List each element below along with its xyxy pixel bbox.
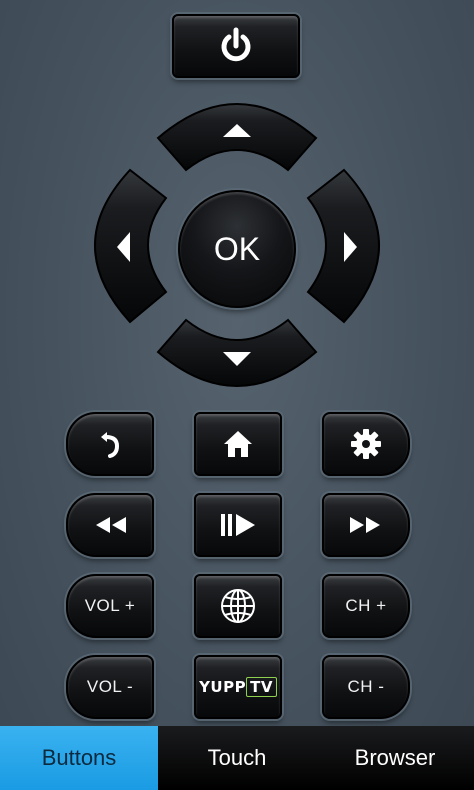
yupptv-logo: YUPP TV bbox=[199, 677, 277, 697]
yupptv-button[interactable]: YUPP TV bbox=[194, 655, 282, 719]
play-pause-button[interactable] bbox=[194, 493, 282, 557]
vol-up-label: VOL + bbox=[84, 596, 136, 615]
tab-buttons[interactable]: Buttons bbox=[0, 726, 158, 790]
tab-bar: Buttons Touch Browser bbox=[0, 726, 474, 790]
back-button[interactable] bbox=[66, 412, 154, 476]
home-icon bbox=[224, 431, 252, 457]
right-button[interactable] bbox=[306, 168, 380, 324]
vol-down-button[interactable]: VOL - bbox=[66, 655, 154, 719]
web-button[interactable] bbox=[194, 574, 282, 638]
ch-down-label: CH - bbox=[347, 677, 385, 696]
play-pause-icon bbox=[221, 514, 255, 536]
settings-button[interactable] bbox=[322, 412, 410, 476]
rewind-icon bbox=[96, 517, 126, 533]
ch-up-label: CH + bbox=[345, 596, 387, 615]
home-button[interactable] bbox=[194, 412, 282, 476]
rewind-button[interactable] bbox=[66, 493, 154, 557]
fast-forward-button[interactable] bbox=[322, 493, 410, 557]
globe-icon bbox=[221, 589, 255, 623]
yupp-text: YUPP bbox=[199, 678, 247, 696]
vol-up-button[interactable]: VOL + bbox=[66, 574, 154, 638]
tab-touch[interactable]: Touch bbox=[158, 726, 316, 790]
gear-icon bbox=[351, 429, 381, 459]
vol-down-label: VOL - bbox=[86, 677, 134, 696]
ok-button[interactable]: OK bbox=[178, 190, 296, 308]
down-button[interactable] bbox=[156, 318, 318, 387]
fast-forward-icon bbox=[350, 517, 380, 533]
ch-up-button[interactable]: CH + bbox=[322, 574, 410, 638]
left-button[interactable] bbox=[94, 168, 168, 324]
tv-text: TV bbox=[250, 678, 273, 696]
ch-down-button[interactable]: CH - bbox=[322, 655, 410, 719]
back-icon bbox=[101, 432, 120, 458]
ok-label: OK bbox=[213, 230, 261, 267]
up-button[interactable] bbox=[156, 103, 318, 172]
tab-browser[interactable]: Browser bbox=[316, 726, 474, 790]
